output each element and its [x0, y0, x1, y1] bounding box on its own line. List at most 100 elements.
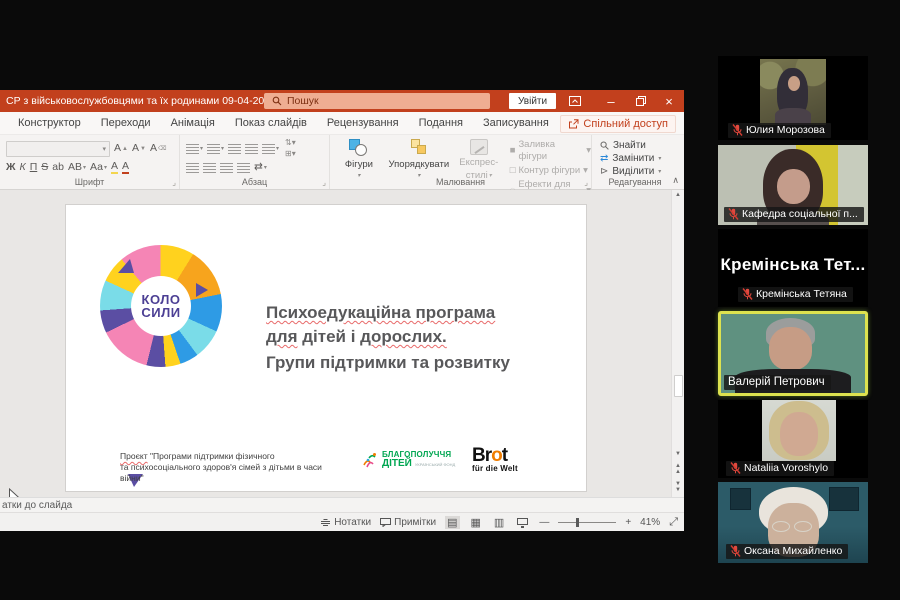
- kolo-logo-center: КОЛО СИЛИ: [131, 276, 191, 336]
- notes-toggle-button[interactable]: Нотатки: [320, 517, 371, 528]
- underline-button[interactable]: П: [30, 162, 38, 173]
- minimize-button[interactable]: –: [598, 90, 624, 112]
- next-slide-button[interactable]: ▼▼: [672, 481, 684, 493]
- align-center-button[interactable]: [203, 163, 216, 173]
- participant-tile-kreminska[interactable]: Кремінська Тет... Кремінська Тетяна: [718, 229, 868, 307]
- numbering-button[interactable]: ▾: [207, 144, 224, 154]
- group-label-drawing: Малювання: [330, 177, 591, 187]
- slide-sorter-button[interactable]: ▦: [469, 516, 483, 529]
- zoom-slider[interactable]: [558, 522, 616, 523]
- participant-tile-oksana[interactable]: Оксана Михайленко: [718, 482, 868, 563]
- participant-tile-kafedra[interactable]: Кафедра соціальної п...: [718, 145, 868, 225]
- muted-mic-icon: [728, 208, 739, 220]
- font-color-button[interactable]: А: [122, 161, 129, 174]
- paragraph-dialog-launcher[interactable]: ⌟: [322, 178, 326, 187]
- tab-animations[interactable]: Анімація: [171, 117, 215, 129]
- tab-review[interactable]: Рецензування: [327, 117, 399, 129]
- participant-tile-valerii-active-speaker[interactable]: Валерій Петрович: [718, 311, 868, 396]
- select-button[interactable]: ⊳ Виділити ▾: [600, 166, 661, 177]
- change-case-button[interactable]: Аа▾: [90, 162, 107, 173]
- arrange-icon: [409, 139, 429, 157]
- zoom-out-button[interactable]: —: [539, 517, 549, 528]
- text-direction-button[interactable]: ⇅▾: [285, 138, 296, 148]
- blagopoluchchia-ditei-logo: БЛАГОПОЛУЧЧЯ ДІТЕЙУКРАЇНСЬКИЙ ФОНД: [362, 451, 455, 469]
- group-label-paragraph: Абзац: [180, 177, 329, 187]
- search-icon: [272, 96, 282, 106]
- participant-tile-yulia[interactable]: Юлия Морозова: [718, 56, 868, 140]
- previous-slide-button[interactable]: ▲▲: [672, 463, 684, 475]
- muted-mic-icon: [732, 124, 743, 136]
- participant-video: [760, 59, 826, 125]
- notes-pane[interactable]: атки до слайда: [0, 497, 684, 512]
- ribbon-group-paragraph: ▾ ▾ ▾ ⇅▾ ⊞▾ ⇄▾ Абзац: [180, 135, 330, 189]
- participant-name-label: Валерій Петрович: [724, 375, 831, 390]
- ribbon-collapse-button[interactable]: ∧: [672, 175, 679, 186]
- tab-transitions[interactable]: Переходи: [101, 117, 151, 129]
- sign-in-button[interactable]: Увійти: [509, 93, 556, 109]
- share-button[interactable]: Спільний доступ: [560, 115, 676, 133]
- bold-button[interactable]: Ж: [6, 162, 16, 173]
- font-dialog-launcher[interactable]: ⌟: [172, 178, 176, 187]
- slide-editing-area: КОЛО СИЛИ Психоедукаційна програма для д…: [0, 190, 684, 497]
- grow-font-button[interactable]: А▲: [114, 143, 128, 154]
- strikethrough-button[interactable]: S: [41, 162, 48, 173]
- drawing-dialog-launcher[interactable]: ⌟: [584, 178, 588, 187]
- participant-video: [762, 400, 836, 461]
- muted-mic-icon: [742, 288, 753, 300]
- fit-slide-button[interactable]: ⤢: [669, 516, 678, 529]
- shape-outline-button[interactable]: □ Контур фігури ▾: [510, 165, 591, 177]
- zoom-slider-thumb[interactable]: [576, 518, 579, 527]
- text-shadow-button[interactable]: ab: [52, 162, 64, 173]
- clear-formatting-button[interactable]: А⌫: [150, 143, 167, 154]
- normal-view-button[interactable]: ▤: [445, 516, 459, 529]
- tab-view[interactable]: Подання: [419, 117, 463, 129]
- shrink-font-button[interactable]: А▼: [132, 143, 146, 154]
- character-spacing-button[interactable]: АВ▾: [68, 162, 86, 173]
- shape-fill-button[interactable]: ■ Заливка фігури ▾: [510, 139, 591, 163]
- meeting-screen: СР з військовослужбовцями та їх родинами…: [0, 0, 900, 600]
- ribbon-display-options-icon[interactable]: [562, 90, 588, 112]
- reading-view-button[interactable]: ▥: [492, 516, 506, 529]
- highlight-color-button[interactable]: А: [111, 161, 118, 174]
- justify-button[interactable]: [237, 163, 250, 173]
- group-label-font: Шрифт: [0, 177, 179, 187]
- align-right-button[interactable]: [220, 163, 233, 173]
- find-icon: [600, 141, 609, 150]
- project-text[interactable]: Проєкт "Програми підтримки фізичного та …: [120, 451, 322, 484]
- bullets-button[interactable]: ▾: [186, 144, 203, 154]
- brot-fur-die-welt-logo: Brot für die Welt: [472, 446, 518, 473]
- slide-canvas[interactable]: КОЛО СИЛИ Психоедукаційна програма для д…: [66, 205, 586, 491]
- increase-indent-button[interactable]: [245, 144, 258, 154]
- zoom-percentage[interactable]: 41%: [640, 517, 660, 528]
- restore-button[interactable]: [628, 90, 654, 112]
- tab-record[interactable]: Записування: [483, 117, 549, 129]
- muted-mic-icon: [730, 462, 741, 474]
- ribbon-tabs: Конструктор Переходи Анімація Показ слай…: [0, 112, 684, 135]
- replace-button[interactable]: ⇄ Замінити ▾: [600, 153, 661, 164]
- status-bar: Нотатки Примітки ▤ ▦ ▥ — + 41% ⤢: [0, 512, 684, 531]
- tab-slideshow[interactable]: Показ слайдів: [235, 117, 307, 129]
- comments-button[interactable]: Примітки: [380, 517, 436, 528]
- scroll-up-button[interactable]: ▲: [672, 192, 684, 198]
- slide-title[interactable]: Психоедукаційна програма для дітей і дор…: [266, 301, 510, 375]
- close-button[interactable]: ×: [656, 90, 682, 112]
- notes-placeholder: атки до слайда: [2, 500, 72, 511]
- slideshow-button[interactable]: [515, 516, 530, 528]
- align-left-button[interactable]: [186, 163, 199, 173]
- share-icon: [568, 119, 579, 129]
- columns-button[interactable]: ⇄▾: [254, 162, 267, 173]
- align-text-button[interactable]: ⊞▾: [285, 149, 296, 159]
- line-spacing-button[interactable]: ▾: [262, 144, 279, 154]
- decrease-indent-button[interactable]: [228, 144, 241, 154]
- scroll-down-button[interactable]: ▼: [672, 451, 684, 457]
- kolo-syly-logo: КОЛО СИЛИ: [100, 245, 222, 367]
- scrollbar-thumb[interactable]: [674, 375, 683, 397]
- font-name-select[interactable]: ▾: [6, 141, 110, 157]
- vertical-scrollbar[interactable]: ▲ ▼ ▲▲ ▼▼: [671, 190, 684, 497]
- search-box[interactable]: Пошук: [264, 93, 490, 109]
- participant-tile-nataliia[interactable]: Nataliia Voroshylo: [718, 400, 868, 478]
- zoom-in-button[interactable]: +: [625, 517, 631, 528]
- italic-button[interactable]: К: [20, 162, 26, 173]
- find-button[interactable]: Знайти: [600, 140, 661, 151]
- tab-design[interactable]: Конструктор: [18, 117, 81, 129]
